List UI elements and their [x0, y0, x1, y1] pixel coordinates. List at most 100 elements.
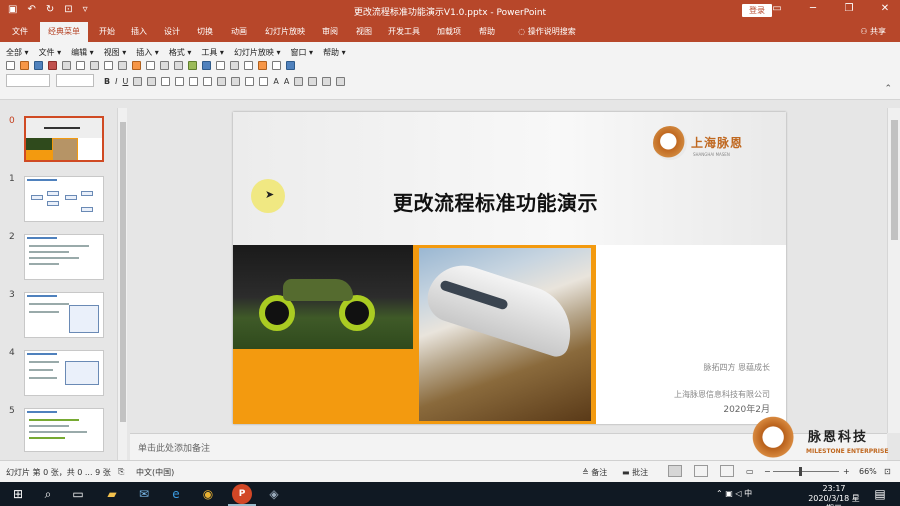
edge-icon[interactable]: e	[168, 486, 184, 502]
justify-icon[interactable]	[203, 77, 213, 86]
shadow-icon[interactable]	[147, 77, 157, 86]
mail-icon[interactable]: ✉	[136, 486, 152, 502]
table-icon[interactable]	[188, 61, 197, 70]
redo-tool-icon[interactable]	[174, 61, 183, 70]
copy-icon[interactable]	[118, 61, 127, 70]
menu-tools[interactable]: 工具 ▾	[201, 47, 224, 58]
print-icon[interactable]	[48, 61, 57, 70]
underline-icon[interactable]: U	[122, 77, 128, 86]
quick-styles-icon[interactable]	[336, 77, 346, 86]
tab-review[interactable]: 审阅	[317, 22, 343, 42]
tab-developer[interactable]: 开发工具	[384, 22, 424, 42]
menu-file[interactable]: 文件 ▾	[39, 47, 62, 58]
menu-format[interactable]: 格式 ▾	[169, 47, 192, 58]
align-left-icon[interactable]	[161, 77, 171, 86]
slide-thumbnail-0[interactable]	[24, 116, 104, 162]
ribbon-display-icon[interactable]: ▭	[770, 3, 784, 14]
file-explorer-icon[interactable]: ▰	[104, 486, 120, 502]
increase-font-icon[interactable]: A	[284, 77, 289, 86]
line-color-icon[interactable]	[308, 77, 318, 86]
minimize-icon[interactable]: ─	[806, 3, 820, 14]
slide-thumbnail-5[interactable]	[24, 408, 104, 452]
start-icon[interactable]: ⊞	[10, 486, 26, 502]
textbox-icon[interactable]	[244, 61, 253, 70]
undo-tool-icon[interactable]	[160, 61, 169, 70]
tell-me-search[interactable]: ◌ 操作说明搜索	[512, 22, 582, 42]
fit-slide-icon[interactable]: ⊡	[884, 467, 891, 476]
motorcycle-image[interactable]	[233, 245, 413, 349]
network-icon[interactable]: ▣	[725, 489, 733, 498]
normal-view-button[interactable]	[668, 465, 682, 477]
language-indicator[interactable]: 中文(中国)	[136, 467, 174, 478]
font-name-dropdown[interactable]	[6, 74, 50, 87]
zoom-out-icon[interactable]: −	[764, 467, 771, 476]
ime-indicator[interactable]: 中	[744, 489, 752, 498]
clock[interactable]: 23:17 2020/3/18 星期三	[806, 484, 862, 506]
tab-help[interactable]: 帮助	[474, 22, 500, 42]
zoom-slider-thumb[interactable]	[799, 467, 802, 476]
font-color-icon[interactable]: A	[273, 77, 278, 86]
menu-help[interactable]: 帮助 ▾	[323, 47, 346, 58]
find-icon[interactable]	[272, 61, 281, 70]
tab-home[interactable]: 开始	[94, 22, 120, 42]
task-view-icon[interactable]: ▭	[70, 486, 86, 502]
tray-expand-icon[interactable]: ⌃	[716, 489, 723, 498]
align-center-icon[interactable]	[175, 77, 185, 86]
editor-scrollbar[interactable]	[887, 108, 900, 433]
comments-toggle[interactable]: ▬ 批注	[622, 467, 648, 478]
tagline-text[interactable]: 脉拓四方 恩蕴成长	[703, 362, 770, 373]
spelling-icon[interactable]	[90, 61, 99, 70]
tab-design[interactable]: 设计	[159, 22, 185, 42]
arrange-icon[interactable]	[322, 77, 332, 86]
zoom-level[interactable]: 66%	[859, 467, 877, 476]
powerpoint-taskbar-icon[interactable]: P	[232, 484, 252, 504]
paste-icon[interactable]	[132, 61, 141, 70]
tab-classic-menu[interactable]: 经典菜单	[40, 22, 88, 42]
wordart-icon[interactable]	[258, 61, 267, 70]
align-right-icon[interactable]	[189, 77, 199, 86]
strikethrough-icon[interactable]	[133, 77, 143, 86]
collapse-ribbon-icon[interactable]: ⌃	[884, 84, 892, 94]
tab-view[interactable]: 视图	[351, 22, 377, 42]
chrome-icon[interactable]: ◉	[200, 486, 216, 502]
slide-canvas[interactable]: 上海脉恩 SHANGHAI MASEN 更改流程标准功能演示 脉拓四方 恩蕴成长…	[233, 112, 786, 424]
tab-animations[interactable]: 动画	[226, 22, 252, 42]
italic-icon[interactable]: I	[115, 77, 117, 86]
save-tool-icon[interactable]	[34, 61, 43, 70]
menu-slideshow[interactable]: 幻灯片放映 ▾	[234, 47, 281, 58]
zoom-in-icon[interactable]: +	[843, 467, 850, 476]
share-button[interactable]: ⚇ 共享	[860, 22, 886, 42]
menu-window[interactable]: 窗口 ▾	[291, 47, 314, 58]
notes-toggle[interactable]: ≜ 备注	[582, 467, 607, 478]
outdent-icon[interactable]	[259, 77, 269, 86]
spellcheck-icon[interactable]: ⎘	[118, 467, 124, 477]
slide-title[interactable]: 更改流程标准功能演示	[393, 187, 598, 216]
app-icon[interactable]: ◈	[266, 486, 282, 502]
cut-icon[interactable]	[104, 61, 113, 70]
restore-icon[interactable]: ❐	[842, 3, 856, 14]
thumbnail-scrollbar[interactable]	[117, 108, 127, 460]
slide-thumbnail-1[interactable]	[24, 176, 104, 222]
export-icon[interactable]	[62, 61, 71, 70]
menu-edit[interactable]: 编辑 ▾	[71, 47, 94, 58]
slideshow-view-icon[interactable]: ▭	[746, 467, 754, 476]
slide-sorter-button[interactable]	[694, 465, 708, 477]
reading-view-button[interactable]	[720, 465, 734, 477]
tab-insert[interactable]: 插入	[126, 22, 152, 42]
zoom-slider[interactable]	[773, 471, 839, 472]
company-name-text[interactable]: 上海脉恩信息科技有限公司	[674, 389, 770, 400]
shapes-icon[interactable]	[230, 61, 239, 70]
help-icon[interactable]	[286, 61, 295, 70]
search-icon[interactable]: ⌕	[40, 486, 56, 502]
tab-file[interactable]: 文件	[6, 22, 34, 42]
tab-slideshow[interactable]: 幻灯片放映	[260, 22, 310, 42]
numbering-icon[interactable]	[231, 77, 241, 86]
tab-transitions[interactable]: 切换	[192, 22, 218, 42]
fill-color-icon[interactable]	[294, 77, 304, 86]
bold-icon[interactable]: B	[104, 77, 110, 86]
slide-thumbnail-4[interactable]	[24, 350, 104, 396]
indent-icon[interactable]	[245, 77, 255, 86]
picture-icon[interactable]	[216, 61, 225, 70]
menu-insert[interactable]: 插入 ▾	[136, 47, 159, 58]
bullets-icon[interactable]	[217, 77, 227, 86]
